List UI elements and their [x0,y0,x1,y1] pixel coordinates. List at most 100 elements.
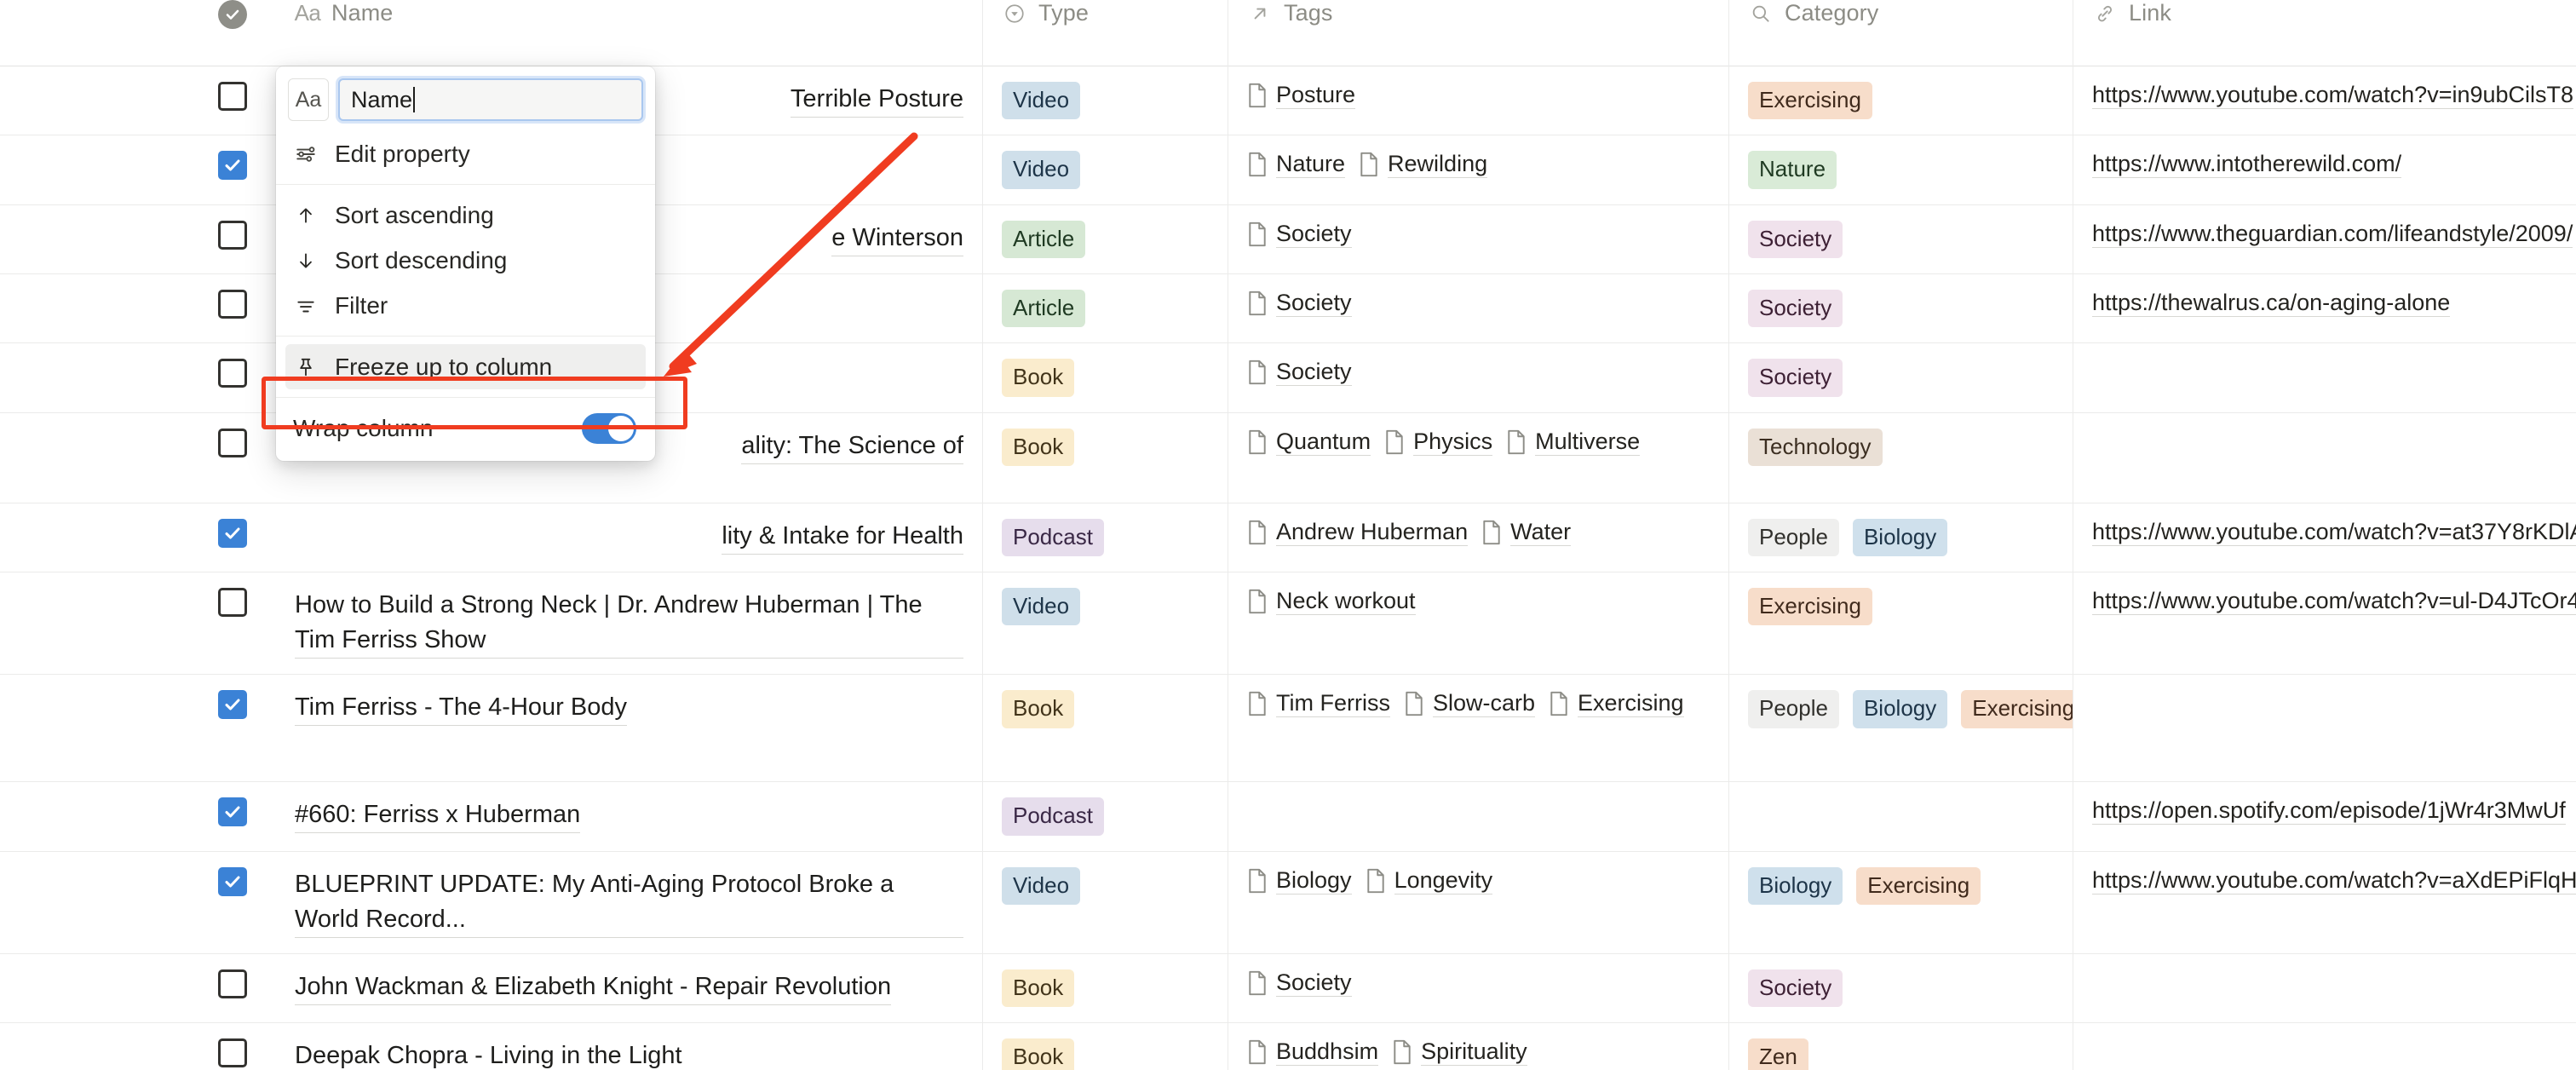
tag-page-reference[interactable]: Society [1247,969,1352,997]
row-title[interactable]: John Wackman & Elizabeth Knight - Repair… [295,969,892,1006]
row-link[interactable]: https://www.youtube.com/watch?v=aXdEPiFl… [2092,867,2576,895]
row-title[interactable]: How to Build a Strong Neck | Dr. Andrew … [295,588,963,659]
cell-tags[interactable]: Tim Ferriss Slow-carb Exercising [1228,675,1729,782]
cell-type[interactable]: Video [983,135,1228,204]
cell-tags[interactable]: Society [1228,273,1729,343]
cell-category[interactable]: Society [1729,204,2073,273]
cell-type[interactable]: Book [983,412,1228,503]
row-checkbox[interactable] [218,866,247,896]
tag-page-reference[interactable]: Biology [1247,867,1352,895]
cell-link[interactable]: https://www.youtube.com/watch?v=in9ubCil… [2073,66,2576,135]
tag-page-reference[interactable]: Buddhsim [1247,1038,1379,1067]
tag-page-reference[interactable]: Water [1481,519,1572,546]
cell-category[interactable]: People Biology [1729,503,2073,572]
header-cell-tags[interactable]: Tags [1228,0,1729,66]
cell-type[interactable]: Video [983,851,1228,953]
row-checkbox[interactable] [218,151,247,181]
header-cell-link[interactable]: Link [2073,0,2576,66]
cell-category[interactable]: Society [1729,953,2073,1023]
cell-type[interactable]: Video [983,66,1228,135]
cell-name[interactable]: How to Build a Strong Neck | Dr. Andrew … [276,572,983,675]
select-all-check-icon[interactable] [218,0,247,29]
cell-tags[interactable]: Society [1228,953,1729,1023]
cell-tags[interactable] [1228,782,1729,851]
cell-link[interactable]: https://www.theguardian.com/lifeandstyle… [2073,205,2576,273]
cell-tags[interactable]: Nature Rewilding [1228,135,1729,204]
row-checkbox[interactable] [218,428,247,457]
cell-category[interactable]: People Biology Exercising [1729,675,2073,782]
row-title[interactable]: Deepak Chopra - Living in the Light [295,1038,682,1070]
row-checkbox-cell[interactable] [189,954,276,1022]
cell-name[interactable]: lity & Intake for Health [276,503,983,572]
cell-category[interactable]: Society [1729,343,2073,412]
row-checkbox-cell[interactable] [189,782,276,850]
table-row[interactable]: Deepak Chopra - Living in the Light Book B… [0,1023,2576,1070]
menu-item-wrap-column[interactable]: Wrap column [276,406,655,451]
row-link[interactable]: https://www.youtube.com/watch?v=at37Y8rK… [2092,519,2576,546]
row-title[interactable]: lity & Intake for Health [722,519,963,555]
cell-tags[interactable]: Andrew Huberman Water [1228,503,1729,572]
row-checkbox[interactable] [218,1038,247,1068]
row-checkbox-cell[interactable] [189,205,276,273]
row-checkbox-cell[interactable] [189,675,276,781]
cell-tags[interactable]: Neck workout [1228,572,1729,675]
cell-category[interactable]: Zen [1729,1023,2073,1070]
row-checkbox-cell[interactable] [189,852,276,953]
menu-item-edit-property[interactable]: Edit property [276,131,655,176]
row-checkbox[interactable] [218,220,247,250]
cell-tags[interactable]: Posture [1228,66,1729,135]
row-checkbox[interactable] [218,587,247,617]
row-title[interactable]: Tim Ferriss - The 4-Hour Body [295,690,627,727]
cell-link[interactable]: https://www.intotherewild.com/ [2073,135,2576,204]
cell-link[interactable]: https://www.youtube.com/watch?v=at37Y8rK… [2073,503,2576,572]
cell-name[interactable]: #660: Ferriss x Huberman [276,782,983,851]
cell-category[interactable] [1729,782,2073,851]
cell-tags[interactable]: Buddhsim Spirituality [1228,1023,1729,1070]
header-select-all-cell[interactable] [189,0,276,66]
cell-type[interactable]: Podcast [983,503,1228,572]
cell-type[interactable]: Book [983,675,1228,782]
menu-item-freeze-up-to-column[interactable]: Freeze up to column [285,344,646,389]
cell-name[interactable]: John Wackman & Elizabeth Knight - Repair… [276,953,983,1023]
menu-item-sort-descending[interactable]: Sort descending [276,238,655,283]
header-cell-name[interactable]: Aa Name [276,0,983,66]
tag-page-reference[interactable]: Longevity [1366,867,1493,895]
header-cell-type[interactable]: Type [983,0,1228,66]
tag-page-reference[interactable]: Andrew Huberman [1247,519,1469,546]
cell-tags[interactable]: Quantum Physics Multiverse [1228,412,1729,503]
tag-page-reference[interactable]: Society [1247,221,1352,248]
cell-type[interactable]: Book [983,1023,1228,1070]
cell-link[interactable]: https://thewalrus.ca/on-aging-alone [2073,274,2576,342]
row-title[interactable]: Terrible Posture [790,82,963,118]
tag-page-reference[interactable]: Neck workout [1247,588,1416,615]
cell-link[interactable] [2073,343,2576,411]
header-cell-category[interactable]: Category [1729,0,2073,66]
wrap-column-toggle[interactable] [582,412,636,444]
tag-page-reference[interactable]: Slow-carb [1404,690,1536,718]
row-checkbox-cell[interactable] [189,343,276,411]
row-checkbox-cell[interactable] [189,503,276,572]
row-checkbox[interactable] [218,289,247,319]
cell-category[interactable]: Exercising [1729,572,2073,675]
cell-tags[interactable]: Society [1228,204,1729,273]
cell-category[interactable]: Biology Exercising [1729,851,2073,953]
row-link[interactable]: https://www.youtube.com/watch?v=ul-D4JTc… [2092,588,2576,615]
table-row[interactable]: Tim Ferriss - The 4-Hour Body Book Tim Fer… [0,675,2576,783]
cell-category[interactable]: Exercising [1729,66,2073,135]
row-title[interactable]: ality: The Science of [741,429,963,464]
cell-type[interactable]: Book [983,343,1228,412]
row-checkbox[interactable] [218,518,247,548]
menu-item-filter[interactable]: Filter [276,283,655,328]
row-title[interactable]: #660: Ferriss x Huberman [295,797,581,834]
row-checkbox-cell[interactable] [189,66,276,135]
row-link[interactable]: https://www.intotherewild.com/ [2092,151,2402,179]
row-checkbox-cell[interactable] [189,572,276,674]
cell-type[interactable]: Book [983,953,1228,1023]
cell-category[interactable]: Technology [1729,412,2073,503]
tag-page-reference[interactable]: Nature [1247,151,1346,179]
cell-category[interactable]: Nature [1729,135,2073,204]
cell-type[interactable]: Article [983,273,1228,343]
cell-link[interactable] [2073,675,2576,781]
tag-page-reference[interactable]: Exercising [1549,690,1684,718]
tag-page-reference[interactable]: Physics [1384,429,1493,456]
